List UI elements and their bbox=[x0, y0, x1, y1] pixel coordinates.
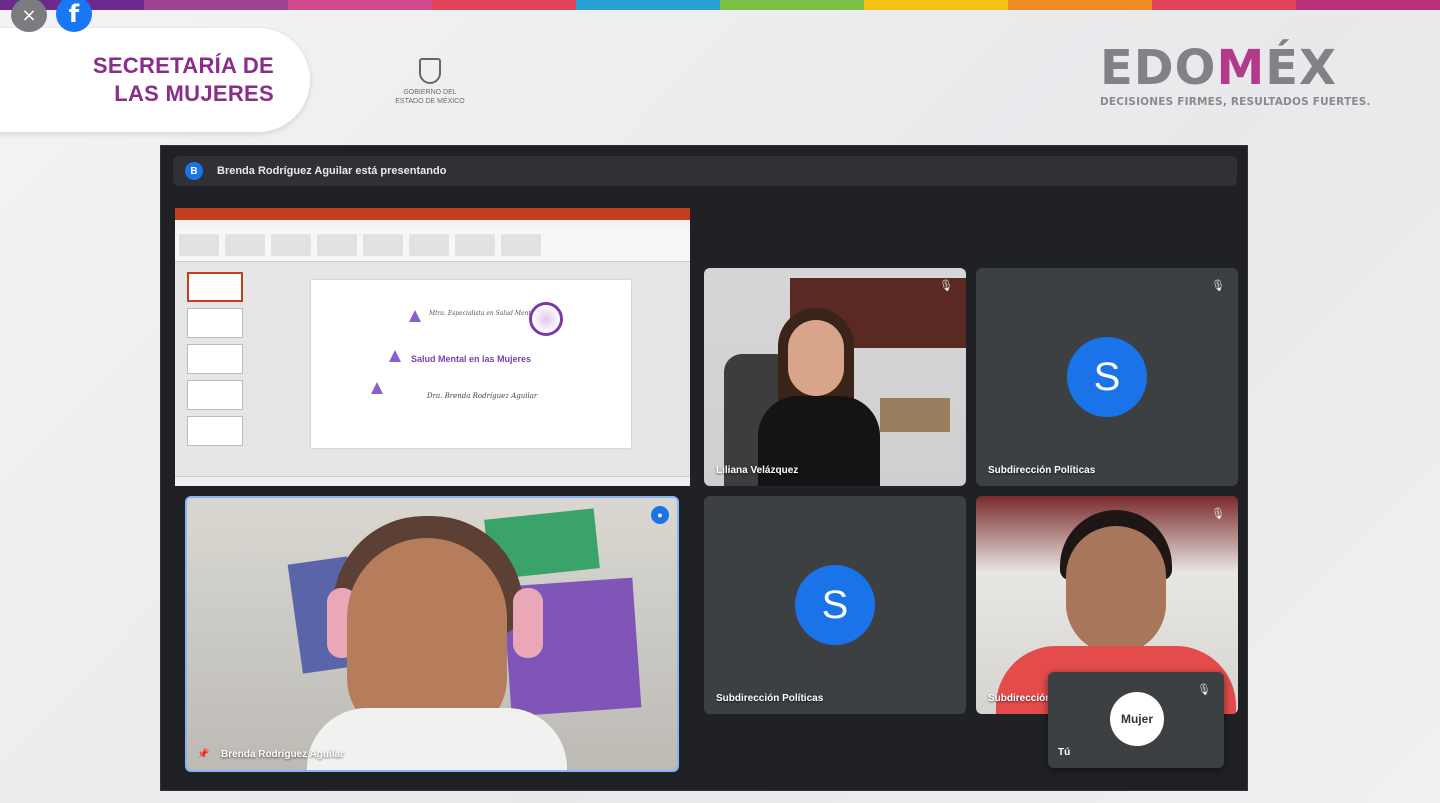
gobierno-line-2: ESTADO DE MÉXICO bbox=[395, 98, 465, 105]
participant-name: Subdirección bbox=[988, 693, 1052, 704]
triangle-icon bbox=[389, 350, 401, 362]
shield-icon bbox=[419, 58, 441, 84]
pin-icon[interactable]: 📌 bbox=[197, 750, 209, 760]
participant-name: Brenda Rodríguez Aguilar bbox=[221, 749, 344, 760]
participant-tile-liliana[interactable]: 🎙 Liliana Velázquez bbox=[704, 268, 966, 486]
bookshelf bbox=[880, 398, 950, 432]
participant-face bbox=[788, 320, 844, 396]
presenter-avatar: B bbox=[185, 162, 203, 180]
slide-thumbnail bbox=[187, 416, 243, 446]
edomex-wordmark: EDOMÉX bbox=[1100, 42, 1410, 94]
mic-off-icon: 🎙 bbox=[939, 279, 953, 292]
ppt-status-bar bbox=[175, 476, 690, 486]
slide-thumbnail bbox=[187, 344, 243, 374]
edomex-tagline: DECISIONES FIRMES, RESULTADOS FUERTES. bbox=[1100, 96, 1371, 108]
participant-tile-brenda[interactable]: ● 📌 Brenda Rodríguez Aguilar bbox=[185, 496, 679, 772]
female-symbol-icon bbox=[529, 302, 563, 336]
stripe-segment bbox=[144, 0, 288, 10]
participant-name: Subdirección Políticas bbox=[988, 465, 1096, 476]
ppt-slide: Mtra. Especialista en Salud Mental Salud… bbox=[311, 280, 631, 448]
slide-thumbnail bbox=[187, 308, 243, 338]
stripe-segment bbox=[576, 0, 720, 10]
participant-name: Subdirección Políticas bbox=[716, 693, 824, 704]
edomex-wordmark-a: EDO bbox=[1100, 40, 1217, 96]
slide-thumbnail bbox=[187, 272, 243, 302]
slide-subtitle: Mtra. Especialista en Salud Mental bbox=[429, 310, 537, 317]
presenting-banner: B Brenda Rodríguez Aguilar está presenta… bbox=[173, 156, 1237, 186]
video-call-window: B Brenda Rodríguez Aguilar está presenta… bbox=[160, 145, 1248, 791]
stripe-segment bbox=[1296, 0, 1440, 10]
participant-avatar: S bbox=[795, 565, 875, 645]
participant-body bbox=[307, 708, 567, 770]
slide-signature: Dra. Brenda Rodríguez Aguilar bbox=[427, 392, 538, 400]
gobierno-logo: GOBIERNO DEL ESTADO DE MÉXICO bbox=[380, 58, 480, 106]
secretaria-line-2: LAS MUJERES bbox=[114, 81, 274, 106]
slide-thumbnail bbox=[187, 380, 243, 410]
self-name: Tú bbox=[1058, 747, 1071, 758]
mic-off-icon: 🎙 bbox=[1211, 279, 1225, 292]
top-color-stripe bbox=[0, 0, 1440, 10]
self-view-tile[interactable]: 🎙 Mujer Tú bbox=[1048, 672, 1224, 768]
participant-avatar: S bbox=[1067, 337, 1147, 417]
participant-tile-subdireccion-2[interactable]: S Subdirección Políticas bbox=[704, 496, 966, 714]
edomex-logo: EDOMÉX DECISIONES FIRMES, RESULTADOS FUE… bbox=[1100, 42, 1410, 108]
ppt-ribbon bbox=[175, 230, 690, 262]
gobierno-line-1: GOBIERNO DEL bbox=[403, 89, 457, 96]
edomex-wordmark-c: ÉX bbox=[1265, 40, 1337, 96]
self-avatar-logo: Mujer bbox=[1110, 692, 1164, 746]
participant-tile-subdireccion-1[interactable]: 🎙 S Subdirección Políticas bbox=[976, 268, 1238, 486]
stripe-segment bbox=[288, 0, 432, 10]
slide-title: Salud Mental en las Mujeres bbox=[411, 354, 532, 364]
ppt-ribbon-tabs bbox=[175, 220, 690, 230]
ppt-slide-thumbnails bbox=[181, 266, 245, 476]
stripe-segment bbox=[432, 0, 576, 10]
speaking-indicator-icon: ● bbox=[651, 506, 669, 524]
participant-name: Liliana Velázquez bbox=[716, 465, 799, 476]
secretaria-logo: SECRETARÍA DE LAS MUJERES bbox=[0, 28, 310, 132]
stripe-segment bbox=[864, 0, 1008, 10]
stripe-segment bbox=[1152, 0, 1296, 10]
triangle-icon bbox=[371, 382, 383, 394]
secretaria-line-1: SECRETARÍA DE bbox=[92, 53, 274, 78]
stripe-segment bbox=[720, 0, 864, 10]
ppt-titlebar bbox=[175, 208, 690, 220]
mic-off-icon: 🎙 bbox=[1197, 683, 1211, 696]
shared-screen-tile[interactable]: Mtra. Especialista en Salud Mental Salud… bbox=[175, 208, 690, 486]
edomex-wordmark-m: M bbox=[1216, 40, 1266, 96]
mic-off-icon: 🎙 bbox=[1211, 507, 1225, 520]
presenting-text: Brenda Rodríguez Aguilar está presentand… bbox=[217, 165, 447, 177]
stripe-segment bbox=[1008, 0, 1152, 10]
participant-face bbox=[1066, 526, 1166, 654]
headset-icon bbox=[513, 588, 543, 658]
triangle-icon bbox=[409, 310, 421, 322]
